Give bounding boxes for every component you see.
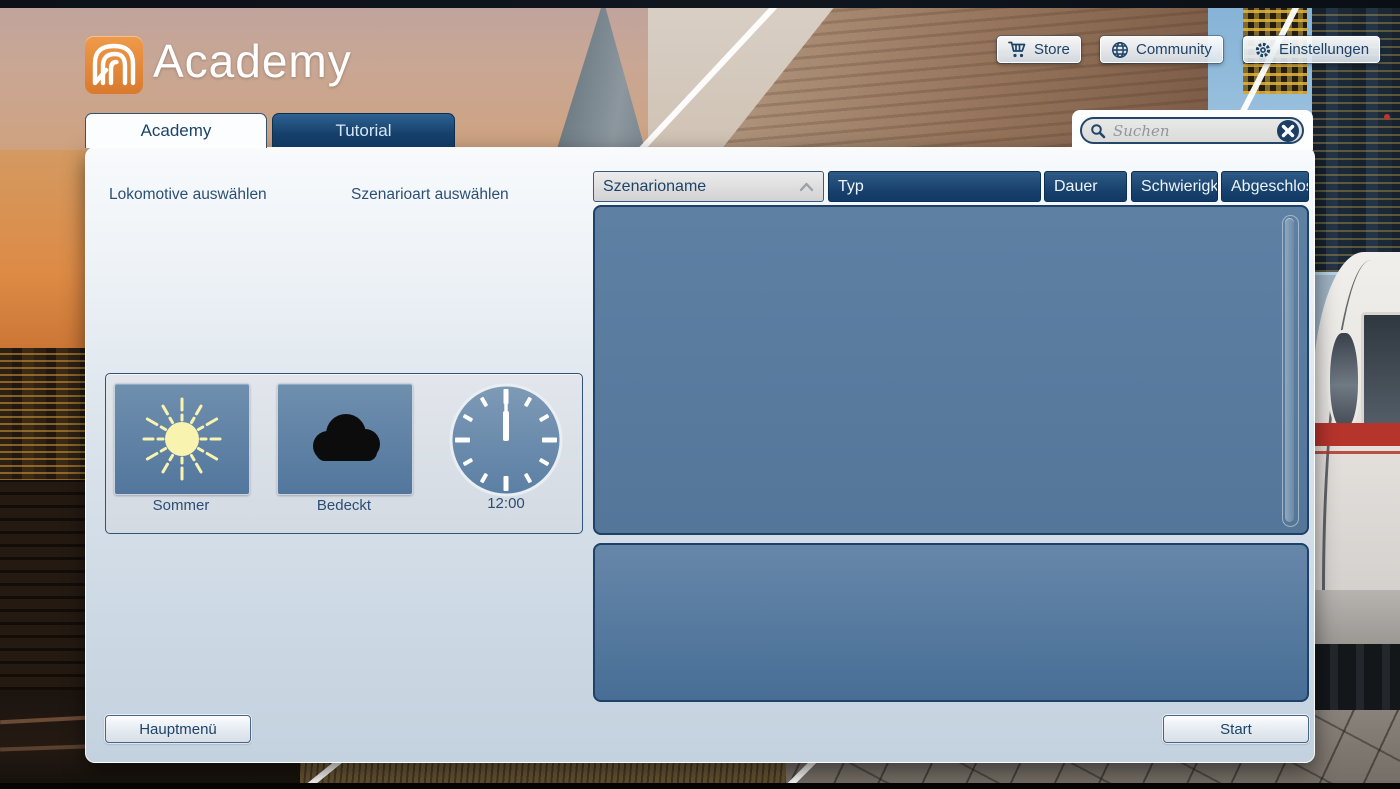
main-menu-button[interactable]: Hauptmenü — [105, 715, 251, 743]
academy-logo-icon — [85, 36, 143, 94]
search-clear-button[interactable] — [1276, 119, 1300, 143]
top-edge-strip — [0, 0, 1400, 8]
main-panel: Lokomotive auswählen Szenarioart auswähl… — [85, 147, 1315, 763]
scenario-type-select-label: Szenarioart auswählen — [351, 186, 509, 203]
train-red-stripe — [1312, 423, 1400, 446]
scenario-list[interactable] — [593, 205, 1309, 535]
scrollbar-thumb[interactable] — [1285, 218, 1294, 522]
main-menu-button-label: Hauptmenü — [139, 720, 217, 738]
column-header-duration[interactable]: Dauer — [1044, 171, 1127, 202]
train-door-window — [1327, 330, 1361, 431]
search-area — [1072, 110, 1313, 150]
clock-icon — [449, 383, 563, 497]
column-label: Szenarioname — [603, 177, 707, 195]
academy-screen: Academy Store Community Einstellungen Ac… — [0, 0, 1400, 789]
weather-tile[interactable] — [277, 383, 413, 495]
globe-icon — [1112, 41, 1128, 58]
page-title: Academy — [153, 35, 352, 87]
season-label: Sommer — [152, 497, 210, 514]
sun-icon — [142, 397, 222, 481]
weather-label: Bedeckt — [316, 497, 372, 514]
hour-hand — [503, 411, 509, 441]
season-tile[interactable] — [114, 383, 250, 495]
scrollbar-track[interactable] — [1282, 215, 1299, 527]
store-button-label: Store — [1034, 41, 1070, 58]
bottom-edge-strip — [0, 783, 1400, 789]
tab-tutorial-label: Tutorial — [335, 120, 392, 140]
column-header-completed[interactable]: Abgeschlos — [1221, 171, 1309, 202]
column-label: Abgeschlos — [1231, 177, 1309, 195]
background-ice-train — [1312, 252, 1400, 710]
column-label: Schwierigke — [1141, 177, 1218, 195]
tab-academy[interactable]: Academy — [85, 113, 267, 148]
locomotive-select-label: Lokomotive auswählen — [109, 186, 267, 203]
background-brick-wall — [0, 480, 92, 700]
settings-button-label: Einstellungen — [1279, 41, 1370, 58]
train-red-line — [1312, 451, 1400, 454]
train-side-window — [1361, 312, 1400, 432]
tab-tutorial[interactable]: Tutorial — [272, 113, 455, 147]
sort-ascending-icon — [799, 182, 814, 191]
scenario-description-panel — [593, 543, 1309, 702]
search-icon — [1091, 123, 1106, 138]
column-header-type[interactable]: Typ — [828, 171, 1041, 202]
environment-settings-box: Sommer Bedeckt 12:00 — [105, 373, 583, 534]
start-button[interactable]: Start — [1163, 715, 1309, 743]
search-input[interactable] — [1111, 120, 1271, 141]
time-label: 12:00 — [487, 495, 525, 512]
tab-academy-label: Academy — [140, 121, 212, 140]
settings-button[interactable]: Einstellungen — [1243, 36, 1381, 63]
community-button-label: Community — [1136, 41, 1212, 58]
cloud-icon — [313, 414, 380, 461]
train-skirt — [1312, 590, 1400, 644]
search-field[interactable] — [1080, 117, 1304, 144]
column-header-difficulty[interactable]: Schwierigke — [1131, 171, 1218, 202]
community-button[interactable]: Community — [1100, 36, 1223, 63]
gear-icon — [1255, 42, 1271, 57]
background-antenna-light — [1384, 114, 1390, 120]
column-label: Typ — [838, 177, 864, 195]
start-button-label: Start — [1220, 720, 1252, 738]
column-label: Dauer — [1054, 177, 1098, 195]
train-undercarriage — [1312, 644, 1400, 710]
background-evening-city — [0, 348, 92, 488]
column-header-scenario-name[interactable]: Szenarioname — [593, 171, 824, 202]
time-clock[interactable] — [447, 381, 565, 499]
cart-icon — [1008, 41, 1026, 58]
store-button[interactable]: Store — [997, 36, 1081, 63]
